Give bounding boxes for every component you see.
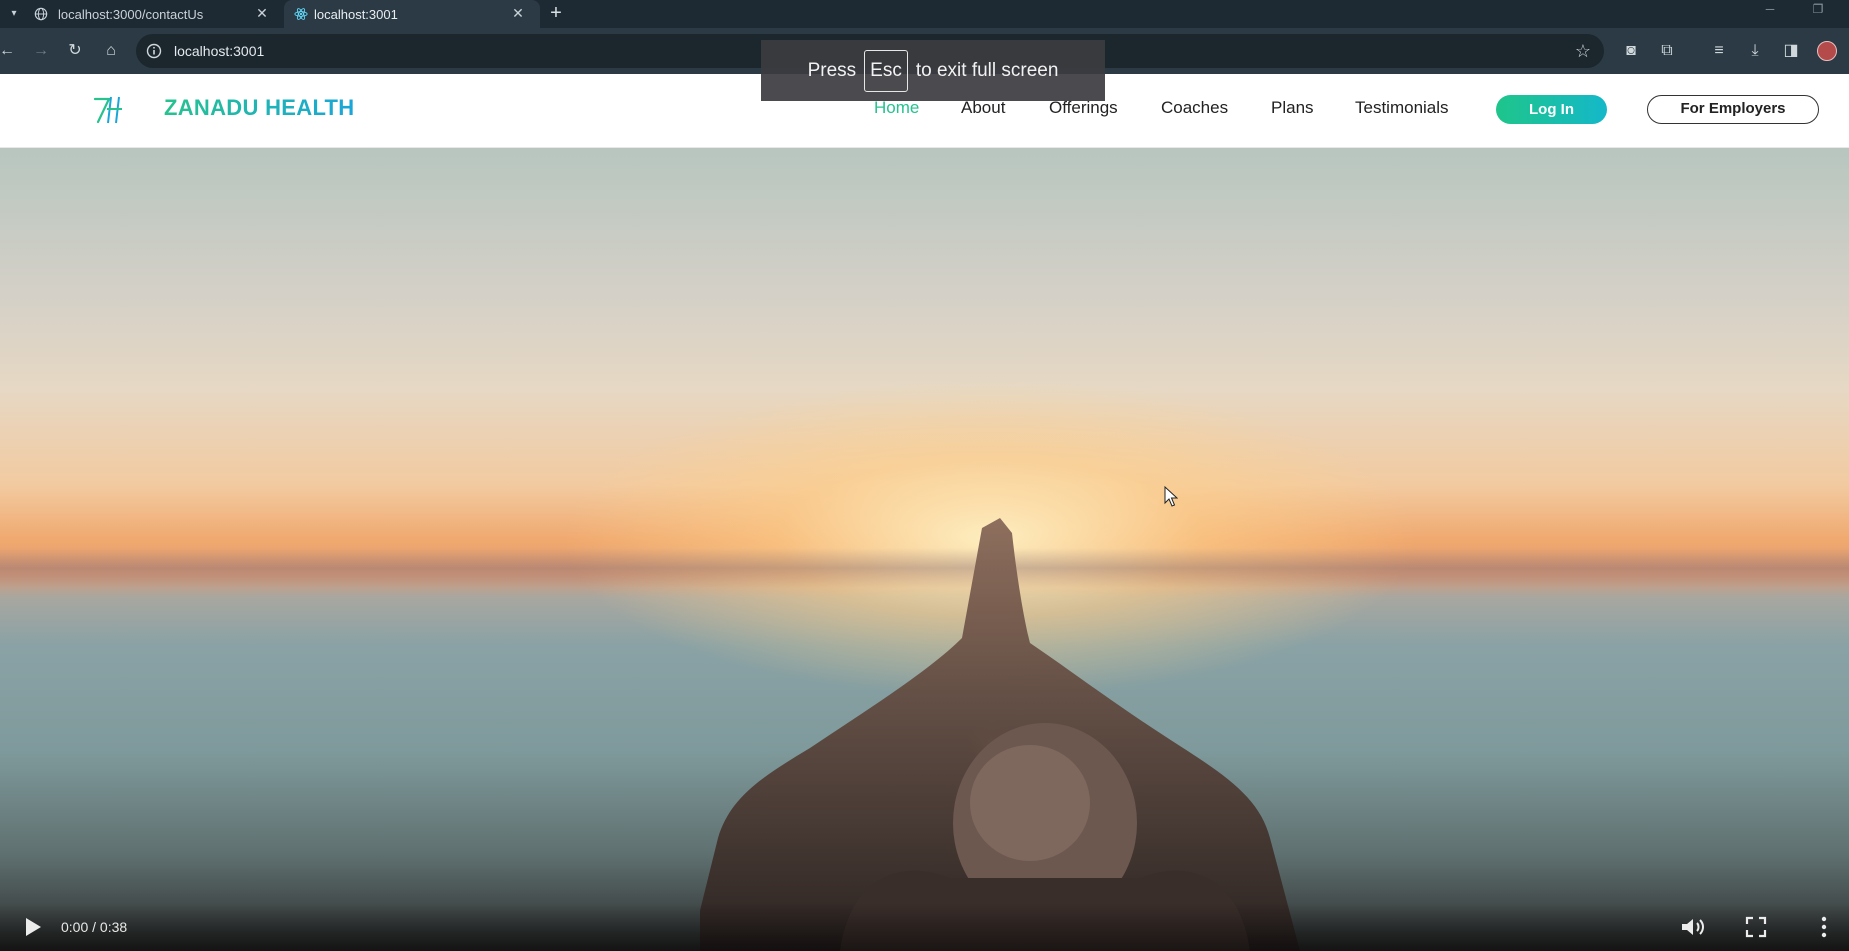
mouse-cursor-icon [1164,486,1178,507]
fullscreen-icon[interactable] [1744,915,1768,939]
nav-coaches[interactable]: Coaches [1161,98,1228,118]
tab-title: localhost:3001 [314,6,398,22]
globe-icon [34,7,48,21]
brand-name[interactable]: ZANADU HEALTH [164,95,354,121]
browser-tab-localhost-3001[interactable]: localhost:3001 ✕ [284,0,540,28]
download-icon[interactable]: ⤓ [1740,36,1770,66]
nav-home[interactable]: Home [874,98,919,118]
extensions-icon[interactable]: ⧉ [1652,36,1682,66]
back-icon[interactable]: ← [0,36,22,66]
fullscreen-notice: Press Esc to exit full screen [761,40,1105,101]
fullscreen-notice-suffix: to exit full screen [915,59,1059,81]
nav-plans[interactable]: Plans [1271,98,1314,118]
site-info-icon[interactable] [146,43,162,59]
zanadu-logo-icon[interactable] [92,92,124,126]
url-text: localhost:3001 [174,43,265,59]
for-employers-button[interactable]: For Employers [1647,95,1819,124]
home-icon[interactable]: ⌂ [96,36,126,66]
react-icon [294,8,308,20]
restore-icon[interactable]: ❐ [1800,0,1836,28]
side-panel-icon[interactable]: ◨ [1776,36,1806,66]
profile-avatar[interactable] [1812,36,1842,66]
media-queue-icon[interactable]: ≡ [1704,36,1734,66]
video-controls: 0:00 / 0:38 [0,903,1849,951]
meditating-person-image [700,518,1300,951]
volume-icon[interactable] [1680,915,1706,939]
browser-tab-contactus[interactable]: localhost:3000/contactUs ✕ [28,0,284,28]
play-icon[interactable] [20,915,44,939]
browser-tabstrip: ▾ localhost:3000/contactUs ✕ localhost:3… [0,0,1849,28]
video-time: 0:00 / 0:38 [61,919,128,935]
more-options-icon[interactable] [1812,915,1836,939]
screenshot-extension-icon[interactable]: ◙ [1616,36,1646,66]
forward-icon[interactable]: → [26,36,56,66]
bookmark-star-icon[interactable]: ☆ [1572,40,1594,62]
reload-icon[interactable]: ↻ [60,36,90,66]
new-tab-button[interactable]: + [542,0,570,28]
fullscreen-notice-prefix: Press [807,59,857,81]
hero-video[interactable]: 0:00 / 0:38 [0,148,1849,951]
login-button[interactable]: Log In [1496,95,1607,124]
nav-about[interactable]: About [961,98,1005,118]
close-tab-icon[interactable]: ✕ [510,5,526,21]
nav-offerings[interactable]: Offerings [1049,98,1118,118]
esc-key-badge: Esc [864,49,908,92]
tab-title: localhost:3000/contactUs [58,6,204,22]
close-tab-icon[interactable]: ✕ [254,5,270,21]
tab-search-chevron-icon[interactable]: ▾ [0,0,28,28]
nav-testimonials[interactable]: Testimonials [1355,98,1449,118]
minimize-icon[interactable]: ─ [1752,0,1788,28]
